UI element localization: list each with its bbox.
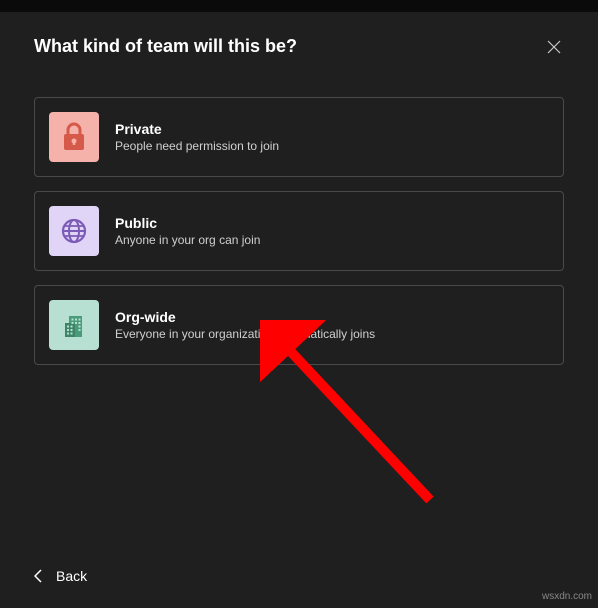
- public-icon-box: [49, 206, 99, 256]
- option-title: Org-wide: [115, 309, 375, 325]
- building-icon: [60, 311, 88, 339]
- lock-icon: [61, 122, 87, 152]
- option-title: Private: [115, 121, 279, 137]
- option-description: People need permission to join: [115, 139, 279, 153]
- close-button[interactable]: [544, 37, 564, 57]
- option-text: Public Anyone in your org can join: [115, 215, 260, 247]
- team-type-options: Private People need permission to join P…: [34, 97, 564, 365]
- chevron-left-icon: [34, 569, 42, 583]
- dialog-title: What kind of team will this be?: [34, 36, 297, 57]
- option-private[interactable]: Private People need permission to join: [34, 97, 564, 177]
- team-type-dialog: What kind of team will this be? Private …: [0, 12, 598, 389]
- orgwide-icon-box: [49, 300, 99, 350]
- private-icon-box: [49, 112, 99, 162]
- dialog-footer: Back: [34, 568, 87, 584]
- window-top-bar: [0, 0, 598, 12]
- option-public[interactable]: Public Anyone in your org can join: [34, 191, 564, 271]
- back-button[interactable]: Back: [34, 568, 87, 584]
- option-text: Org-wide Everyone in your organization a…: [115, 309, 375, 341]
- option-text: Private People need permission to join: [115, 121, 279, 153]
- back-label: Back: [56, 568, 87, 584]
- option-description: Anyone in your org can join: [115, 233, 260, 247]
- option-title: Public: [115, 215, 260, 231]
- option-description: Everyone in your organization automatica…: [115, 327, 375, 341]
- globe-icon: [60, 217, 88, 245]
- watermark: wsxdn.com: [542, 591, 592, 602]
- option-org-wide[interactable]: Org-wide Everyone in your organization a…: [34, 285, 564, 365]
- close-icon: [547, 40, 561, 54]
- dialog-header: What kind of team will this be?: [34, 36, 564, 57]
